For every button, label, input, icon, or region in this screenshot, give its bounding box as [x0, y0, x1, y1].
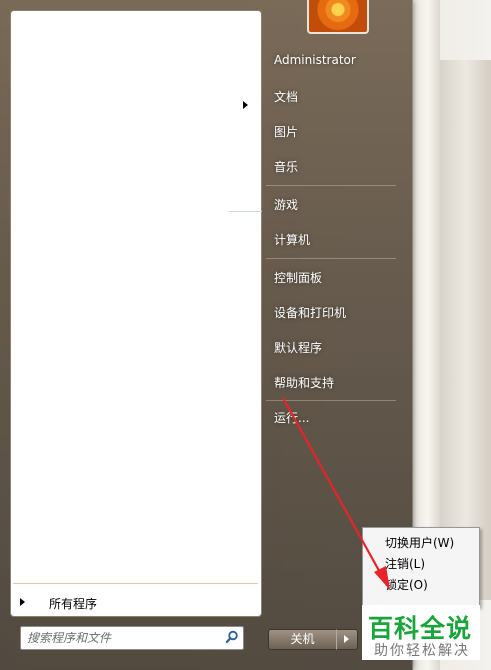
menu-item-administrator[interactable]: Administrator: [274, 53, 356, 67]
all-programs-separator: [13, 583, 258, 584]
menu-item-games[interactable]: 游戏: [274, 196, 298, 213]
menu-item-computer[interactable]: 计算机: [274, 231, 310, 248]
all-programs-button[interactable]: 所有程序: [11, 591, 261, 615]
jumplist-arrow-icon[interactable]: [243, 101, 248, 109]
shutdown-options-button[interactable]: [336, 629, 358, 650]
menu-separator: [266, 258, 396, 259]
submenu-item-switch-user[interactable]: 切换用户(W): [385, 534, 454, 551]
search-box[interactable]: [20, 626, 244, 650]
all-programs-label: 所有程序: [49, 597, 98, 611]
pinned-separator: [229, 211, 262, 212]
shutdown-submenu: 切换用户(W) 注销(L) 锁定(O): [362, 527, 480, 607]
shutdown-button[interactable]: 关机: [268, 629, 337, 650]
search-icon[interactable]: [225, 630, 239, 644]
submenu-item-lock[interactable]: 锁定(O): [385, 576, 428, 593]
menu-item-control-panel[interactable]: 控制面板: [274, 269, 322, 286]
start-menu-left-pane: 所有程序: [10, 10, 262, 617]
start-menu: 所有程序 Administrator 文档 图片 音乐 游戏 计算机 控制面板 …: [0, 0, 413, 670]
watermark-subtitle: 助你轻松解决: [374, 643, 470, 659]
menu-item-documents[interactable]: 文档: [274, 88, 298, 105]
menu-separator: [266, 185, 396, 186]
user-picture[interactable]: [307, 0, 369, 34]
search-input[interactable]: [27, 629, 217, 646]
menu-item-music[interactable]: 音乐: [274, 158, 298, 175]
submenu-item-logoff[interactable]: 注销(L): [385, 555, 425, 572]
arrow-right-icon: [20, 598, 25, 606]
menu-item-default-programs[interactable]: 默认程序: [274, 339, 322, 356]
menu-separator: [266, 400, 396, 401]
menu-item-run[interactable]: 运行...: [274, 409, 309, 426]
menu-item-help-support[interactable]: 帮助和支持: [274, 374, 334, 391]
menu-item-devices-printers[interactable]: 设备和打印机: [274, 304, 346, 321]
menu-item-pictures[interactable]: 图片: [274, 123, 298, 140]
arrow-right-icon: [344, 635, 349, 643]
door-panel: [440, 60, 491, 600]
